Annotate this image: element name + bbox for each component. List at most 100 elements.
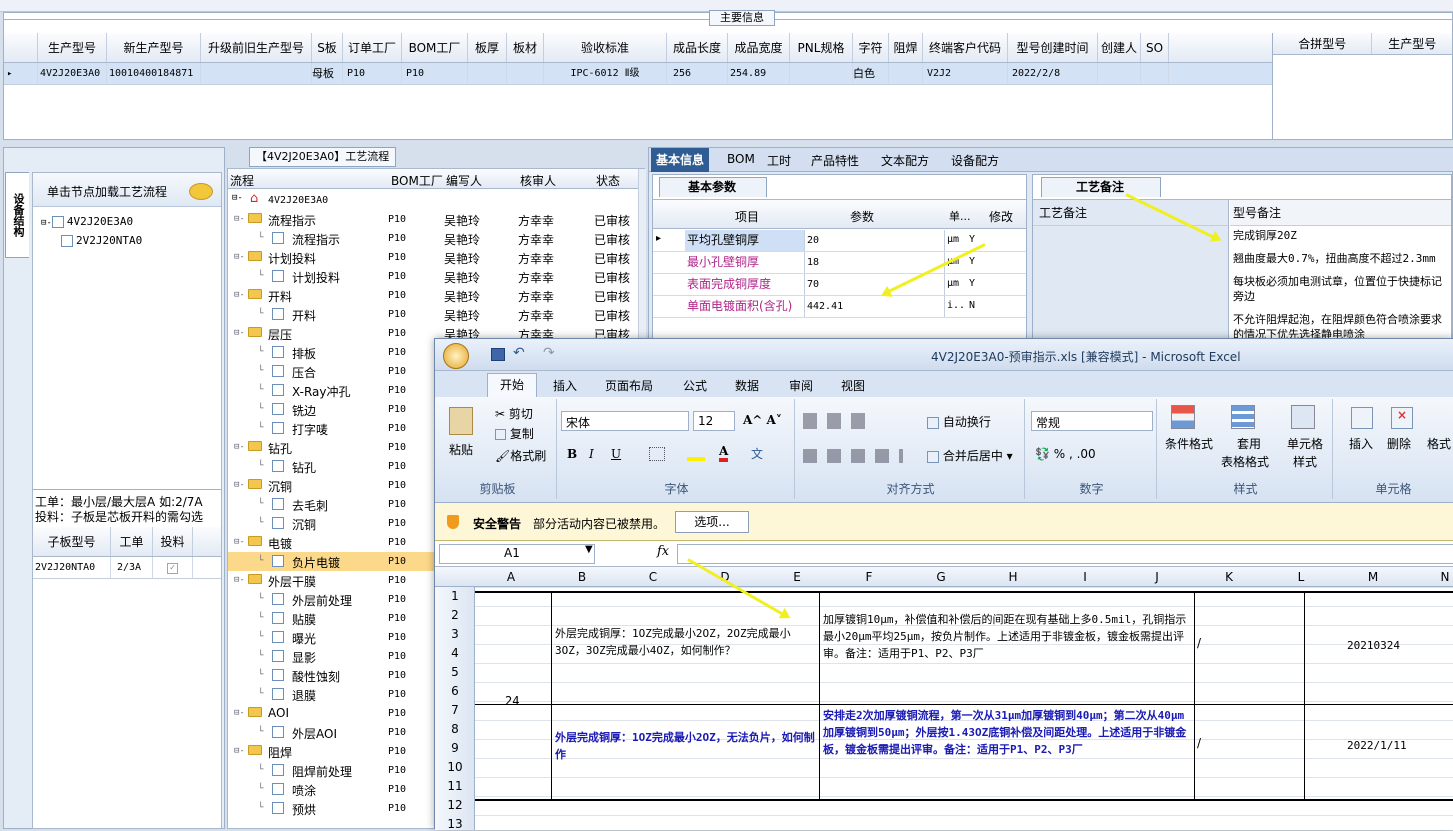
cell-slash-1[interactable]: / [1197,635,1201,652]
cut-button[interactable]: ✂ 剪切 [495,405,533,422]
col-header[interactable]: 修改 [989,208,1013,225]
main-grid[interactable]: 生产型号 新生产型号 升级前旧生产型号 S板 订单工厂 BOM工厂 板厚 板材 … [4,33,1272,85]
row-header[interactable]: 11 [435,779,475,793]
cell[interactable]: 白色 [853,63,889,84]
col-header[interactable]: 项目 [735,208,759,225]
function-icon[interactable]: fx [657,544,669,559]
cell-date-2[interactable]: 2022/1/11 [1347,737,1407,754]
row-header[interactable]: 3 [435,627,475,641]
italic-button[interactable]: I [589,447,594,461]
tab-work-hours[interactable]: 工时 [767,152,791,169]
tab-review[interactable]: 审阅 [789,377,813,394]
model-remark-column[interactable]: 型号备注 完成铜厚20Z 翘曲度最大0.7%，扭曲高度不超过2.3mm 每块板必… [1230,200,1451,345]
office-button-icon[interactable] [443,343,469,369]
name-box[interactable]: A1 [439,544,595,564]
border-icon[interactable] [649,447,665,461]
row-header[interactable]: 5 [435,665,475,679]
col-header[interactable]: S板 [312,33,343,62]
process-row[interactable]: └ 计划投料 P10 吴艳玲 方幸幸 已审核 [228,267,638,286]
cell[interactable]: 254.89 [728,63,790,84]
col-header[interactable]: BOM工厂 [402,33,468,62]
col-header[interactable]: 参数 [850,208,874,225]
col-header[interactable]: 验收标准 [544,33,667,62]
cell[interactable]: IPC-6012 Ⅱ级 [544,63,667,84]
cell-slash-2[interactable]: / [1197,735,1201,752]
remark-column[interactable]: 工艺备注 [1033,200,1229,345]
paste-button[interactable]: 粘贴 [449,441,473,458]
cell[interactable]: P10 [402,63,468,84]
cell[interactable]: 2/3A [111,557,153,578]
row-header[interactable]: 12 [435,798,475,812]
cell[interactable]: 2V2J20NTA0 [33,557,111,578]
cell-styles-button[interactable]: 单元格 [1287,435,1323,452]
tab-home[interactable]: 开始 [487,373,538,397]
table-row[interactable]: ▸ 4V2J20E3A0 10010400184871 母板 P10 P10 I… [4,63,1272,85]
col-header[interactable]: 生产型号 [1372,33,1452,54]
tab-device-recipe[interactable]: 设备配方 [951,152,999,169]
cell-answer-1[interactable]: 加厚镀铜10μm，补偿值和补偿后的间距在现有基础上多0.5mil，孔铜指示最小2… [823,611,1191,662]
param-value[interactable]: 18 [805,252,945,273]
save-icon[interactable] [491,348,505,361]
font-color-icon[interactable]: A [719,444,729,462]
tree-node-parent[interactable]: ⊟- 4V2J20E3A0 [41,215,133,228]
merge-center-button[interactable]: 合并后居中 ▾ [927,447,1013,464]
col-header[interactable]: PNL规格 [790,33,853,62]
number-format-select[interactable]: 常规 [1031,411,1153,431]
column-header[interactable]: B [547,570,617,584]
col-header[interactable]: 创建人 [1098,33,1141,62]
col-header[interactable]: 字符 [853,33,889,62]
horizontal-align-icons[interactable] [803,449,903,463]
process-row[interactable]: └ 开料 P10 吴艳玲 方幸幸 已审核 [228,305,638,324]
sub-board-grid[interactable]: 子板型号 工单 投料 2V2J20NTA0 2/3A ✓ [33,527,221,579]
col-header[interactable]: 型号创建时间 [1008,33,1098,62]
cell-styles-button-2[interactable]: 样式 [1293,453,1317,470]
row-header[interactable]: 6 [435,684,475,698]
table-row[interactable]: 2V2J20NTA0 2/3A ✓ [33,557,221,579]
options-button[interactable]: 选项... [675,511,749,533]
col-header[interactable]: 流程 [230,172,254,189]
font-size-select[interactable]: 12 [693,411,735,431]
grow-font-button[interactable]: A^ A˅ [743,413,782,427]
chevron-down-icon[interactable]: ▼ [585,544,593,555]
sheet-cells[interactable]: 24 外层完成铜厚：1OZ完成最小2OZ，2OZ完成最小3OZ，3OZ完成最小4… [475,587,1453,830]
tab-page-layout[interactable]: 页面布局 [605,377,653,394]
process-row[interactable]: ⊟- 开料 P10 吴艳玲 方幸幸 已审核 [228,286,638,305]
formula-input[interactable] [677,544,1453,564]
merge-model-grid[interactable]: 合拼型号 生产型号 [1272,33,1452,139]
copy-button[interactable]: 复制 [495,425,534,442]
col-header[interactable]: 阻焊 [889,33,923,62]
insert-button[interactable]: 插入 [1349,435,1373,452]
row-header[interactable]: 2 [435,608,475,622]
device-structure-tab[interactable]: 设备结构 [5,172,29,258]
cell-date-1[interactable]: 20210324 [1347,637,1400,654]
column-header[interactable]: K [1193,570,1265,584]
col-header[interactable]: 合拼型号 [1273,33,1373,54]
column-header[interactable]: G [905,570,977,584]
param-value[interactable]: 20 [805,230,945,251]
cell-question-2[interactable]: 外层完成铜厚：1OZ完成最小2OZ，无法负片，如何制作 [555,729,817,763]
cell[interactable] [1141,63,1169,84]
col-header[interactable]: 编写人 [446,172,482,189]
excel-titlebar[interactable]: ↶ ↷ 4V2J20E3A0-预审指示.xls [兼容模式] - Microso… [435,339,1453,371]
col-header[interactable]: 生产型号 [38,33,107,62]
format-painter-button[interactable]: 🖌格式刷 [495,447,546,464]
cell[interactable]: 10010400184871 [107,63,201,84]
col-header[interactable]: 工单 [111,527,153,556]
col-header[interactable]: 成品长度 [667,33,728,62]
column-header[interactable]: A [475,570,547,584]
tab-insert[interactable]: 插入 [553,377,577,394]
col-header[interactable]: 子板型号 [33,527,111,556]
param-row[interactable]: 表面完成铜厚度 70 μm Y [653,274,1026,296]
cell[interactable]: P10 [343,63,402,84]
row-header[interactable]: 10 [435,760,475,774]
feed-checkbox[interactable]: ✓ [153,557,193,578]
process-row[interactable]: └ 流程指示 P10 吴艳玲 方幸幸 已审核 [228,229,638,248]
col-header[interactable]: 升级前旧生产型号 [201,33,312,62]
cell-answer-2[interactable]: 安排走2次加厚镀铜流程，第一次从31μm加厚镀铜到40μm；第二次从40μm加厚… [823,707,1191,758]
cell[interactable] [468,63,507,84]
format-button[interactable]: 格式 [1427,435,1451,452]
row-header[interactable]: 9 [435,741,475,755]
tab-formulas[interactable]: 公式 [683,377,707,394]
cell[interactable]: 母板 [312,63,343,84]
font-name-select[interactable]: 宋体 [561,411,689,431]
